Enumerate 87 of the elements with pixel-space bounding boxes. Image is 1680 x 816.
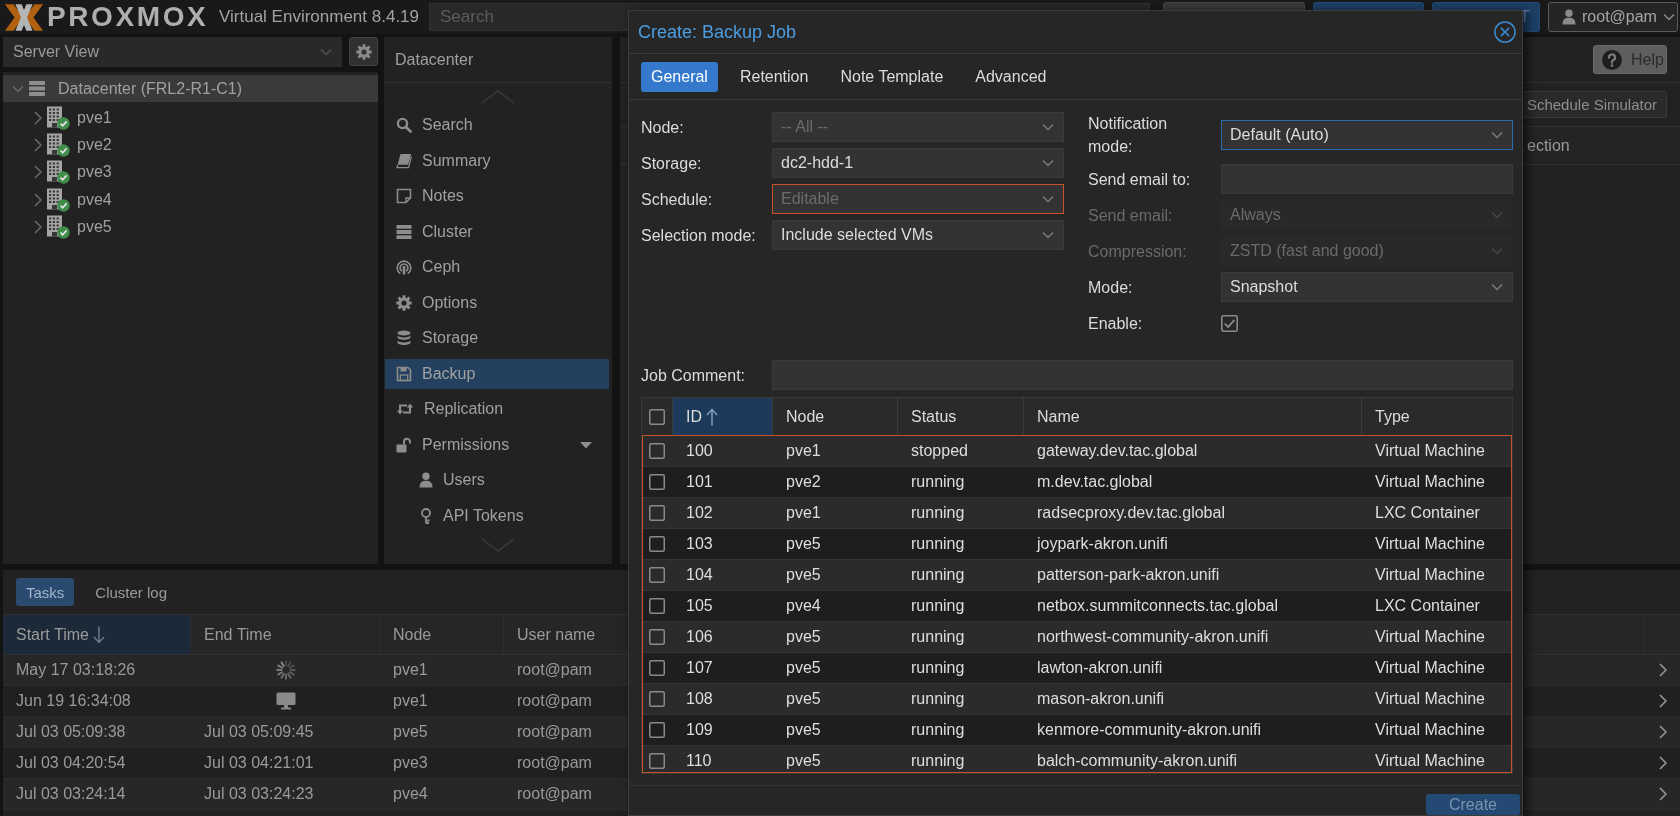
table-cell-text: Virtual Machine [1374,472,1485,492]
panel-title: Datacenter [384,37,612,83]
table-cell-text: Virtual Machine [1374,751,1485,771]
field-label: Schedule: [641,189,714,210]
table-cell-text: 105 [685,596,714,616]
table-cell-text: May 17 03:18:26 [15,660,137,680]
field-label: Enable: [1088,313,1144,334]
table-cell-text: Virtual Machine [1374,658,1485,678]
field-label: Storage: [641,153,703,174]
table-cell-text: netbox.summitconnects.tac.global [1036,596,1279,616]
table-cell-text: running [910,503,966,523]
table-cell-text: pve1 [785,503,822,523]
table-cell-text: pve1 [392,660,429,680]
version-text: Virtual Environment 8.4.19 [219,7,420,27]
table-cell-text: running [910,596,966,616]
table-cell-text: running [910,751,966,771]
table-cell-text: root@pam [516,691,593,711]
field-label: Mode: [1088,277,1134,298]
table-cell-text: joypark-akron.unifi [1035,534,1169,554]
table-cell-text: 101 [685,472,714,492]
table-cell-text: running [910,720,966,740]
table-cell-text: pve3 [392,753,429,773]
table-cell-text: pve5 [392,722,429,742]
table-cell-text: 108 [685,689,714,709]
table-cell-text: pve1 [785,441,822,461]
table-cell-text: 110 [685,751,713,771]
table-cell-text: patterson-park-akron.unifi [1036,565,1221,585]
table-cell-text: Jul 03 03:24:14 [15,784,127,804]
table-cell-text: Jul 03 05:09:38 [15,722,127,742]
field-label: Notification mode: [1088,114,1169,157]
table-cell-text: pve1 [392,691,429,711]
table-cell-text: LXC Container [1374,503,1480,523]
table-cell-text: balch-community-akron.unifi [1036,751,1239,771]
table-cell-text: pve5 [785,689,822,709]
table-cell-text: kenmore-community-akron.unifi [1036,720,1263,740]
table-cell-text: running [910,534,966,554]
field-label: Send email to: [1088,169,1192,190]
field-label: Selection mode: [641,225,757,246]
field-label: Compression: [1088,241,1188,262]
logo-text: PROXMOX [47,2,209,32]
field-label: Job Comment: [641,365,747,386]
table-cell-text: Virtual Machine [1374,441,1485,461]
table-cell-text: 107 [685,658,714,678]
table-cell-text: Jul 03 05:09:45 [203,722,315,742]
table-cell-text: running [910,565,966,585]
table-cell-text: pve4 [785,596,822,616]
table-cell-text: 103 [685,534,714,554]
table-cell-text: m.dev.tac.global [1036,472,1154,492]
table-cell-text: pve5 [785,658,822,678]
table-cell-text: stopped [910,441,969,461]
table-cell-text: 106 [685,627,714,647]
table-cell-text: LXC Container [1374,596,1480,616]
table-cell-text: Jun 19 16:34:08 [15,691,132,711]
table-cell-text: mason-akron.unifi [1036,689,1166,709]
table-cell-text: Virtual Machine [1374,689,1485,709]
table-cell-text: Virtual Machine [1374,627,1485,647]
table-cell-text: root@pam [516,660,593,680]
table-cell-text: gateway.dev.tac.global [1036,441,1199,461]
table-cell-text: Jul 03 04:21:01 [203,753,315,773]
table-cell-text: pve4 [392,784,429,804]
field-label: Send email: [1088,205,1174,226]
table-cell-text: radsecproxy.dev.tac.global [1036,503,1226,523]
table-cell-text: pve5 [785,565,822,585]
table-cell-text: root@pam [516,722,593,742]
table-cell-text: Jul 03 04:20:54 [15,753,127,773]
table-cell-text: pve5 [785,720,822,740]
table-cell-text: 100 [685,441,714,461]
table-cell-text: root@pam [516,753,593,773]
table-cell-text: 109 [685,720,714,740]
table-cell-text: Virtual Machine [1374,565,1485,585]
table-cell-text: Virtual Machine [1374,720,1485,740]
table-cell-text: running [910,658,966,678]
table-cell-text: Jul 03 03:24:23 [203,784,315,804]
table-cell-text: northwest-community-akron.unifi [1036,627,1270,647]
table-cell-text: 104 [685,565,714,585]
table-cell-text: lawton-akron.unifi [1036,658,1164,678]
table-cell-text: pve5 [785,627,822,647]
table-cell-text: pve5 [785,534,822,554]
field-label: Node: [641,117,685,138]
table-cell-text: pve5 [785,751,822,771]
table-cell-text: 102 [685,503,714,523]
table-cell-text: running [910,627,966,647]
table-cell-text: root@pam [516,784,593,804]
table-cell-text: running [910,472,966,492]
table-cell-text: pve2 [785,472,822,492]
table-cell-text: Virtual Machine [1374,534,1485,554]
table-cell-text: running [910,689,966,709]
